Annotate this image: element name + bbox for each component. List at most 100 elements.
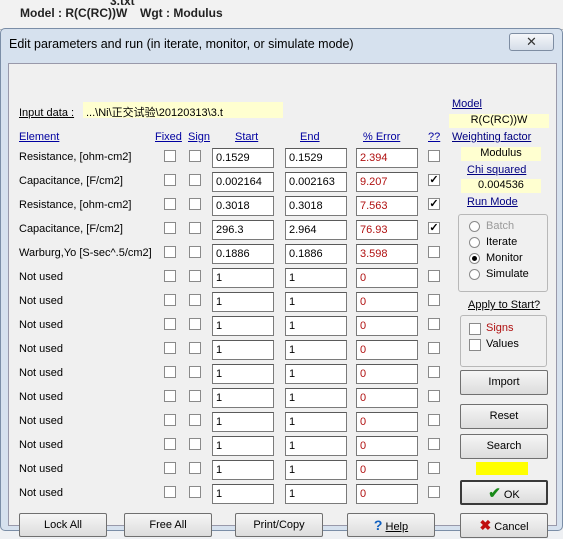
sign-checkbox[interactable] [189, 150, 201, 162]
end-value-field[interactable]: 1 [285, 412, 347, 432]
values-checkbox[interactable] [469, 339, 481, 351]
fixed-checkbox[interactable] [164, 150, 176, 162]
start-value-field[interactable]: 0.1529 [212, 148, 274, 168]
close-button[interactable]: ✕ [509, 33, 554, 51]
run-mode-radio[interactable] [469, 253, 480, 264]
start-value-field[interactable]: 1 [212, 412, 274, 432]
start-value-field[interactable]: 1 [212, 388, 274, 408]
start-value-field[interactable]: 0.002164 [212, 172, 274, 192]
end-value-field[interactable]: 0.1529 [285, 148, 347, 168]
flag-checkbox[interactable] [428, 270, 440, 282]
signs-checkbox[interactable] [469, 323, 481, 335]
flag-checkbox[interactable] [428, 438, 440, 450]
fixed-checkbox[interactable] [164, 318, 176, 330]
end-value-field[interactable]: 1 [285, 316, 347, 336]
sign-checkbox[interactable] [189, 462, 201, 474]
fixed-checkbox[interactable] [164, 222, 176, 234]
fixed-checkbox[interactable] [164, 198, 176, 210]
end-value-field[interactable]: 0.002163 [285, 172, 347, 192]
fixed-checkbox[interactable] [164, 270, 176, 282]
flag-checkbox[interactable]: ✓ [428, 174, 440, 186]
flag-checkbox[interactable] [428, 486, 440, 498]
error-value-field[interactable]: 76.93 [356, 220, 418, 240]
fixed-checkbox[interactable] [164, 174, 176, 186]
cancel-button[interactable]: ✖ Cancel [460, 513, 548, 538]
flag-checkbox[interactable]: ✓ [428, 222, 440, 234]
sign-checkbox[interactable] [189, 390, 201, 402]
search-button[interactable]: Search [460, 434, 548, 459]
start-value-field[interactable]: 1 [212, 484, 274, 504]
start-value-field[interactable]: 0.1886 [212, 244, 274, 264]
sign-checkbox[interactable] [189, 486, 201, 498]
sign-checkbox[interactable] [189, 198, 201, 210]
end-value-field[interactable]: 1 [285, 460, 347, 480]
start-value-field[interactable]: 1 [212, 340, 274, 360]
error-value-field[interactable]: 0 [356, 388, 418, 408]
flag-checkbox[interactable] [428, 294, 440, 306]
error-value-field[interactable]: 0 [356, 436, 418, 456]
error-value-field[interactable]: 0 [356, 292, 418, 312]
start-value-field[interactable]: 1 [212, 268, 274, 288]
end-value-field[interactable]: 1 [285, 340, 347, 360]
flag-checkbox[interactable] [428, 150, 440, 162]
import-button[interactable]: Import [460, 370, 548, 395]
fixed-checkbox[interactable] [164, 294, 176, 306]
fixed-checkbox[interactable] [164, 390, 176, 402]
error-value-field[interactable]: 3.598 [356, 244, 418, 264]
sign-checkbox[interactable] [189, 174, 201, 186]
error-value-field[interactable]: 0 [356, 316, 418, 336]
error-value-field[interactable]: 0 [356, 484, 418, 504]
flag-checkbox[interactable]: ✓ [428, 198, 440, 210]
flag-checkbox[interactable] [428, 342, 440, 354]
flag-checkbox[interactable] [428, 366, 440, 378]
fixed-checkbox[interactable] [164, 414, 176, 426]
start-value-field[interactable]: 1 [212, 316, 274, 336]
print-copy-button[interactable]: Print/Copy [235, 513, 323, 537]
fixed-checkbox[interactable] [164, 486, 176, 498]
sign-checkbox[interactable] [189, 318, 201, 330]
fixed-checkbox[interactable] [164, 366, 176, 378]
ok-button[interactable]: ✔ OK [460, 480, 548, 505]
lock-all-button[interactable]: Lock All [19, 513, 107, 537]
error-value-field[interactable]: 9.207 [356, 172, 418, 192]
error-value-field[interactable]: 0 [356, 412, 418, 432]
start-value-field[interactable]: 1 [212, 364, 274, 384]
sign-checkbox[interactable] [189, 342, 201, 354]
flag-checkbox[interactable] [428, 390, 440, 402]
end-value-field[interactable]: 2.964 [285, 220, 347, 240]
reset-button[interactable]: Reset [460, 404, 548, 429]
end-value-field[interactable]: 1 [285, 436, 347, 456]
sign-checkbox[interactable] [189, 438, 201, 450]
start-value-field[interactable]: 1 [212, 436, 274, 456]
run-mode-radio[interactable] [469, 221, 480, 232]
end-value-field[interactable]: 0.3018 [285, 196, 347, 216]
flag-checkbox[interactable] [428, 318, 440, 330]
fixed-checkbox[interactable] [164, 438, 176, 450]
run-mode-radio[interactable] [469, 269, 480, 280]
error-value-field[interactable]: 2.394 [356, 148, 418, 168]
end-value-field[interactable]: 1 [285, 484, 347, 504]
flag-checkbox[interactable] [428, 462, 440, 474]
fixed-checkbox[interactable] [164, 462, 176, 474]
end-value-field[interactable]: 1 [285, 268, 347, 288]
start-value-field[interactable]: 296.3 [212, 220, 274, 240]
sign-checkbox[interactable] [189, 222, 201, 234]
sign-checkbox[interactable] [189, 414, 201, 426]
error-value-field[interactable]: 7.563 [356, 196, 418, 216]
error-value-field[interactable]: 0 [356, 340, 418, 360]
sign-checkbox[interactable] [189, 366, 201, 378]
end-value-field[interactable]: 1 [285, 388, 347, 408]
sign-checkbox[interactable] [189, 246, 201, 258]
start-value-field[interactable]: 0.3018 [212, 196, 274, 216]
end-value-field[interactable]: 0.1886 [285, 244, 347, 264]
fixed-checkbox[interactable] [164, 342, 176, 354]
sign-checkbox[interactable] [189, 270, 201, 282]
end-value-field[interactable]: 1 [285, 292, 347, 312]
sign-checkbox[interactable] [189, 294, 201, 306]
error-value-field[interactable]: 0 [356, 268, 418, 288]
start-value-field[interactable]: 1 [212, 292, 274, 312]
free-all-button[interactable]: Free All [124, 513, 212, 537]
error-value-field[interactable]: 0 [356, 460, 418, 480]
end-value-field[interactable]: 1 [285, 364, 347, 384]
run-mode-radio[interactable] [469, 237, 480, 248]
